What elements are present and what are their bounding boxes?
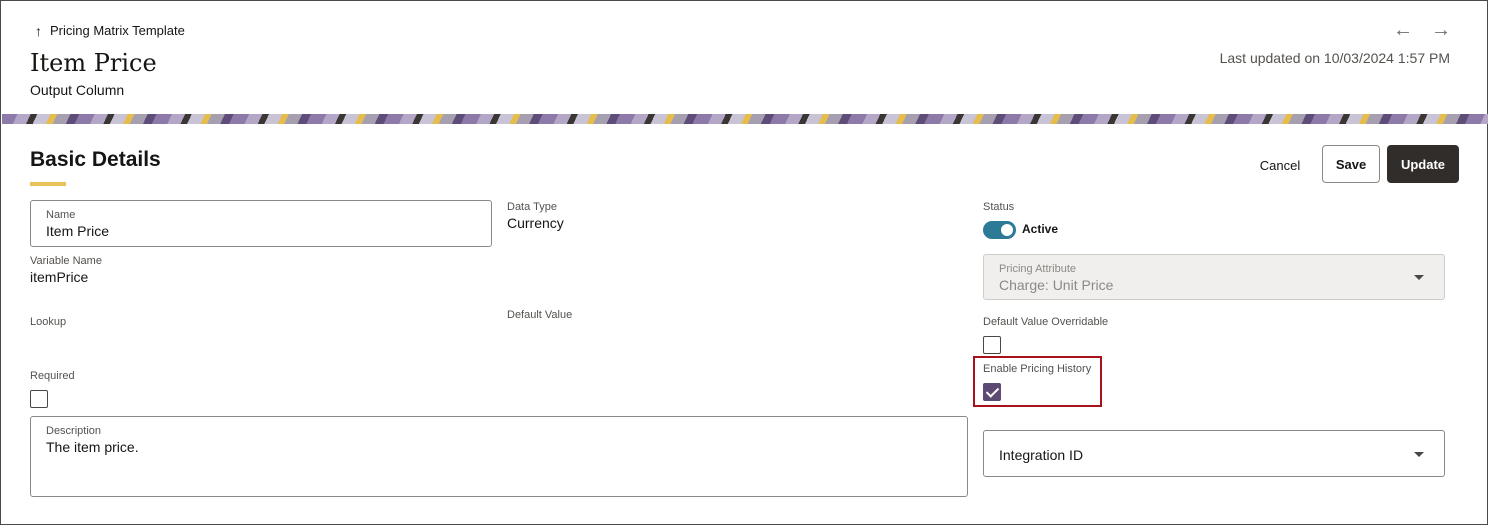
update-button[interactable]: Update bbox=[1387, 145, 1459, 183]
pricing-attribute-label: Pricing Attribute bbox=[999, 263, 1077, 275]
save-button[interactable]: Save bbox=[1322, 145, 1380, 183]
data-type-value: Currency bbox=[507, 215, 564, 231]
required-checkbox[interactable] bbox=[30, 390, 48, 408]
status-toggle[interactable] bbox=[983, 221, 1016, 239]
page-title: Item Price bbox=[30, 49, 157, 77]
pricing-attribute-value: Charge: Unit Price bbox=[999, 277, 1114, 293]
toggle-knob bbox=[1001, 224, 1013, 236]
arrow-left-icon[interactable]: ← bbox=[1393, 19, 1413, 42]
page-frame: ↑ Pricing Matrix Template Item Price Out… bbox=[0, 0, 1488, 525]
description-value: The item price. bbox=[46, 439, 139, 455]
default-value-overridable-label: Default Value Overridable bbox=[983, 316, 1109, 328]
name-field[interactable]: Name Item Price bbox=[30, 200, 492, 247]
name-field-label: Name bbox=[46, 209, 76, 221]
decorative-banner bbox=[2, 114, 1488, 124]
back-link[interactable]: ↑ Pricing Matrix Template bbox=[35, 23, 185, 38]
lookup-label: Lookup bbox=[30, 316, 67, 328]
integration-id-select[interactable]: Integration ID bbox=[983, 430, 1445, 477]
status-value: Active bbox=[1022, 222, 1059, 236]
variable-name-value: itemPrice bbox=[30, 269, 89, 285]
section-title: Basic Details bbox=[30, 148, 161, 171]
cancel-button[interactable]: Cancel bbox=[1254, 154, 1306, 176]
default-value-label: Default Value bbox=[507, 309, 573, 321]
chevron-down-icon bbox=[1414, 451, 1424, 457]
variable-name-label: Variable Name bbox=[30, 255, 102, 267]
name-field-value: Item Price bbox=[46, 223, 110, 239]
data-type-label: Data Type bbox=[507, 201, 557, 213]
section-title-accent bbox=[30, 182, 66, 186]
arrow-up-icon: ↑ bbox=[35, 22, 42, 39]
record-navigation: ← → bbox=[1393, 19, 1451, 42]
default-value-overridable-checkbox[interactable] bbox=[983, 336, 1001, 354]
pricing-attribute-select: Pricing Attribute Charge: Unit Price bbox=[983, 254, 1445, 300]
description-textarea[interactable]: Description The item price. bbox=[30, 416, 968, 497]
back-link-label: Pricing Matrix Template bbox=[50, 23, 185, 38]
required-label: Required bbox=[30, 370, 75, 382]
integration-id-label: Integration ID bbox=[999, 447, 1084, 463]
description-label: Description bbox=[46, 425, 102, 437]
status-label: Status bbox=[983, 201, 1015, 213]
highlight-box bbox=[973, 356, 1102, 407]
chevron-down-icon bbox=[1414, 275, 1424, 280]
arrow-right-icon[interactable]: → bbox=[1431, 19, 1451, 42]
page-subtitle: Output Column bbox=[30, 82, 125, 98]
last-updated-text: Last updated on 10/03/2024 1:57 PM bbox=[1219, 50, 1450, 66]
